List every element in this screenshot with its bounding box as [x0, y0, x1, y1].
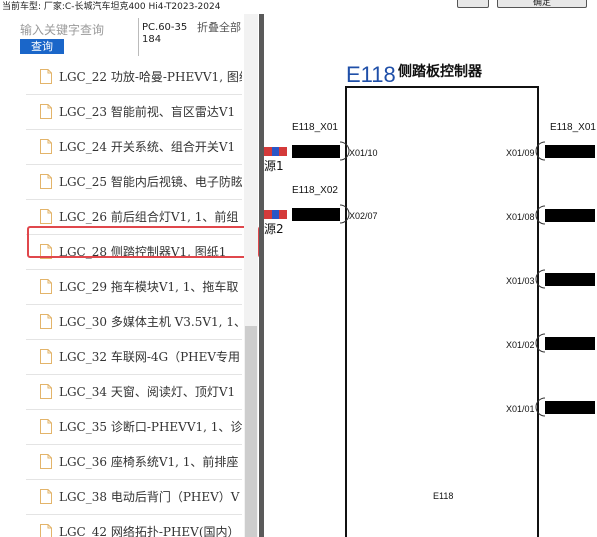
connector-name: E118_X01: [292, 122, 338, 133]
connector-name: E118_X02: [292, 185, 338, 196]
connector-block: [292, 208, 340, 221]
list-item[interactable]: LGC_32 车联网-4G（PHEV专用: [26, 340, 242, 375]
box-label: E118: [433, 491, 453, 501]
list-item[interactable]: LGC_42 网络拓扑-PHEV(国内）: [26, 515, 242, 537]
search-area: 查询 PC.60-35184 折叠全部: [0, 14, 259, 58]
wire-stub-blue: [272, 210, 279, 219]
sidebar: 查询 PC.60-35184 折叠全部 LGC_22 功放-哈曼-PHEVV1,…: [0, 14, 259, 537]
list-item[interactable]: LGC_23 智能前视、盲区雷达V1: [26, 95, 242, 130]
list-item-selected[interactable]: LGC_28 侧踏控制器V1, 图纸1: [26, 235, 242, 270]
document-icon: [40, 384, 52, 399]
pin-label: X01/10: [349, 148, 378, 158]
connector-block: [545, 337, 595, 350]
list-item[interactable]: LGC_26 前后组合灯V1, 1、前组: [26, 200, 242, 235]
wire-stub-red: [279, 210, 287, 219]
pin-arc: [339, 204, 350, 224]
list-item-label: LGC_35 诊断口-PHEVV1, 1、诊断: [59, 420, 242, 434]
source-label: 源1: [264, 159, 284, 173]
document-icon: [40, 174, 52, 189]
list-item-label: LGC_23 智能前视、盲区雷达V1: [59, 105, 236, 119]
connector-block: [545, 145, 595, 158]
document-icon: [40, 489, 52, 504]
list-item[interactable]: LGC_35 诊断口-PHEVV1, 1、诊断: [26, 410, 242, 445]
diagram-title-name: 侧踏板控制器: [398, 63, 483, 80]
list-item[interactable]: LGC_22 功放-哈曼-PHEVV1, 图纸: [26, 60, 242, 95]
document-icon: [40, 314, 52, 329]
document-icon: [40, 279, 52, 294]
connector-block: [545, 401, 595, 414]
list-item[interactable]: LGC_34 天窗、阅读灯、顶灯V1: [26, 375, 242, 410]
document-icon: [40, 524, 52, 537]
pin-label: X01/03: [506, 276, 535, 286]
document-icon: [40, 419, 52, 434]
connector-block: [545, 273, 595, 286]
list-item-label: LGC_28 侧踏控制器V1, 图纸1: [59, 245, 227, 259]
list-item-label: LGC_29 拖车模块V1, 1、拖车取: [59, 280, 239, 294]
source-label: 源2: [264, 222, 284, 236]
document-icon: [40, 104, 52, 119]
wire-stub-blue: [272, 147, 279, 156]
divider: [138, 18, 139, 56]
document-icon: [40, 209, 52, 224]
document-icon: [40, 244, 52, 259]
collapse-all-button[interactable]: 折叠全部: [197, 22, 241, 34]
vehicle-info: 当前车型: 厂家:C-长城汽车坦克400 Hi4-T2023-2024: [2, 2, 221, 12]
search-input[interactable]: [18, 21, 138, 39]
diagram-title-code: E118: [346, 62, 396, 87]
list-item[interactable]: LGC_25 智能内后视镜、电子防眩: [26, 165, 242, 200]
list-item-label: LGC_30 多媒体主机 V3.5V1, 1、: [59, 315, 242, 329]
pc-tag: PC.60-35184: [142, 22, 188, 45]
top-bar: 当前车型: 厂家:C-长城汽车坦克400 Hi4-T2023-2024 确定: [0, 0, 597, 14]
connector-block: [292, 145, 340, 158]
pin-arc: [339, 141, 350, 161]
connector-name: E118_X01: [550, 122, 596, 133]
wiring-diagram: E118 侧踏板控制器 E118_X01 X01/10 源1 E118_X02 …: [264, 62, 596, 537]
pin-label: X01/09: [506, 148, 535, 158]
list-item-label: LGC_42 网络拓扑-PHEV(国内）: [59, 525, 240, 537]
pin-label: X02/07: [349, 211, 378, 221]
list-item-label: LGC_22 功放-哈曼-PHEVV1, 图纸: [59, 70, 242, 84]
confirm-button[interactable]: 确定: [497, 0, 587, 8]
list-item-label: LGC_25 智能内后视镜、电子防眩: [59, 175, 242, 189]
document-icon: [40, 139, 52, 154]
connector-block: [545, 209, 595, 222]
pin-label: X01/02: [506, 340, 535, 350]
pin-label: X01/01: [506, 404, 535, 414]
wire-stub-red: [264, 147, 272, 156]
document-icon: [40, 454, 52, 469]
list-item-label: LGC_38 电动后背门（PHEV）V: [59, 490, 240, 504]
wire-stub-red: [264, 210, 272, 219]
document-icon: [40, 349, 52, 364]
pin-label: X01/08: [506, 212, 535, 222]
list-item[interactable]: LGC_29 拖车模块V1, 1、拖车取: [26, 270, 242, 305]
list-item-label: LGC_36 座椅系统V1, 1、前排座: [59, 455, 239, 469]
document-icon: [40, 69, 52, 84]
wiring-diagram-panel: E118 侧踏板控制器 E118_X01 X01/10 源1 E118_X02 …: [264, 14, 597, 537]
list-item[interactable]: LGC_30 多媒体主机 V3.5V1, 1、: [26, 305, 242, 340]
list-item[interactable]: LGC_36 座椅系统V1, 1、前排座: [26, 445, 242, 480]
list-item-label: LGC_32 车联网-4G（PHEV专用: [59, 350, 241, 364]
wire-stub-red: [279, 147, 287, 156]
list-item-label: LGC_26 前后组合灯V1, 1、前组: [59, 210, 239, 224]
scrollbar-thumb[interactable]: [245, 326, 257, 537]
toolbar-button[interactable]: [457, 0, 489, 8]
list-item[interactable]: LGC_24 开关系统、组合开关V1: [26, 130, 242, 165]
search-button[interactable]: 查询: [20, 39, 64, 54]
list-item-label: LGC_24 开关系统、组合开关V1: [59, 140, 236, 154]
list-item[interactable]: LGC_38 电动后背门（PHEV）V: [26, 480, 242, 515]
document-list: LGC_22 功放-哈曼-PHEVV1, 图纸 LGC_23 智能前视、盲区雷达…: [26, 60, 242, 537]
list-item-label: LGC_34 天窗、阅读灯、顶灯V1: [59, 385, 236, 399]
